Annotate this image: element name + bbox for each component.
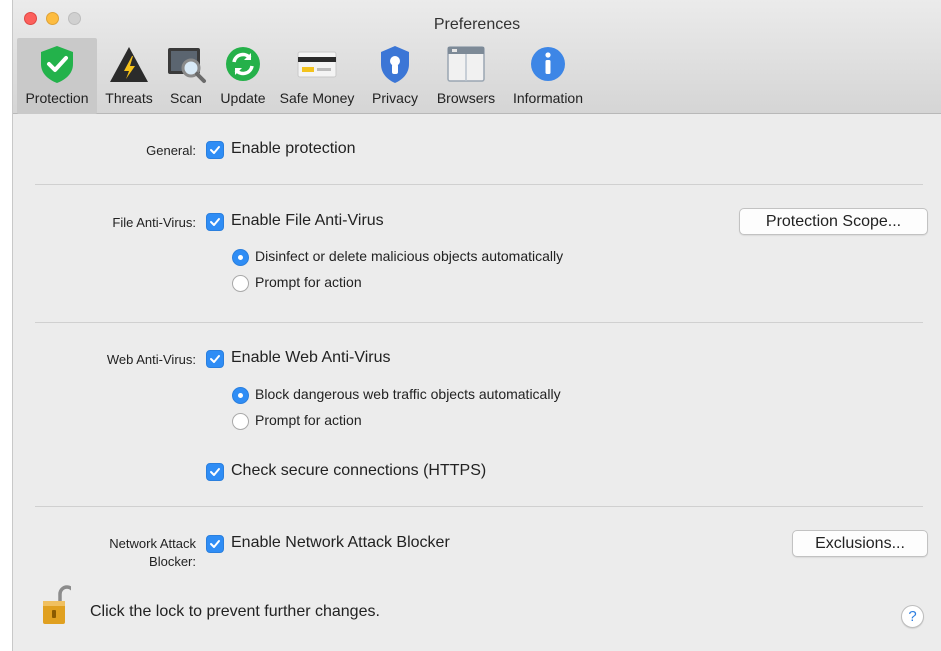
privacy-shield-icon — [381, 46, 409, 83]
checkmark-icon — [210, 218, 220, 226]
browser-window-icon — [447, 46, 485, 82]
credit-card-icon — [297, 51, 337, 78]
tab-browsers[interactable]: Browsers — [431, 38, 501, 114]
web-av-prompt-radio[interactable] — [232, 413, 249, 430]
file-av-auto-radio[interactable] — [232, 249, 249, 266]
titlebar: Preferences Protection Threats Scan Upda… — [13, 0, 941, 114]
general-label: General: — [146, 143, 196, 158]
check-https-label[interactable]: Check secure connections (HTTPS) — [231, 462, 486, 480]
tab-scan-label: Scan — [170, 90, 202, 106]
enable-network-blocker-checkbox[interactable] — [206, 535, 224, 553]
section-divider — [35, 506, 923, 507]
enable-protection-label[interactable]: Enable protection — [231, 140, 356, 158]
protection-pane: General: Enable protection File Anti-Vir… — [13, 114, 941, 651]
web-av-auto-label[interactable]: Block dangerous web traffic objects auto… — [255, 386, 561, 402]
lock-open-icon[interactable] — [41, 583, 71, 627]
checkmark-icon — [210, 540, 220, 548]
warning-triangle-icon — [110, 47, 148, 82]
preferences-window: Preferences Protection Threats Scan Upda… — [12, 0, 941, 651]
protection-scope-button[interactable]: Protection Scope... — [739, 208, 928, 235]
tab-protection-label: Protection — [25, 90, 89, 106]
section-divider — [35, 322, 923, 323]
exclusions-button[interactable]: Exclusions... — [792, 530, 928, 557]
window-title: Preferences — [433, 16, 521, 33]
checkmark-icon — [210, 355, 220, 363]
tab-protection[interactable]: Protection — [17, 38, 97, 114]
file-av-auto-label[interactable]: Disinfect or delete malicious objects au… — [255, 248, 563, 264]
check-https-checkbox[interactable] — [206, 463, 224, 481]
help-button[interactable]: ? — [901, 605, 924, 628]
network-label-line1: Network Attack — [109, 536, 196, 551]
info-icon — [531, 47, 565, 81]
file-antivirus-label: File Anti-Virus: — [112, 215, 196, 230]
tab-update-label: Update — [220, 90, 266, 106]
file-av-prompt-label[interactable]: Prompt for action — [255, 274, 362, 290]
enable-file-antivirus-label[interactable]: Enable File Anti-Virus — [231, 212, 384, 230]
enable-protection-checkbox[interactable] — [206, 141, 224, 159]
file-av-prompt-radio[interactable] — [232, 275, 249, 292]
tab-update[interactable]: Update — [213, 38, 273, 114]
network-attack-blocker-label: Network Attack Blocker: — [16, 535, 196, 571]
checkmark-icon — [210, 146, 220, 154]
tab-browsers-label: Browsers — [436, 90, 496, 106]
tab-information[interactable]: Information — [507, 38, 589, 114]
tab-privacy-label: Privacy — [372, 90, 418, 106]
network-label-line2: Blocker: — [149, 554, 196, 569]
web-av-auto-radio[interactable] — [232, 387, 249, 404]
tab-safe-money[interactable]: Safe Money — [275, 38, 359, 114]
enable-network-blocker-label[interactable]: Enable Network Attack Blocker — [231, 534, 450, 552]
scan-magnifier-icon — [168, 48, 206, 83]
lock-hint-text: Click the lock to prevent further change… — [90, 603, 380, 620]
tab-privacy[interactable]: Privacy — [369, 38, 421, 114]
enable-file-antivirus-checkbox[interactable] — [206, 213, 224, 231]
tab-information-label: Information — [512, 90, 584, 106]
tab-threats-label: Threats — [105, 90, 153, 106]
update-refresh-icon — [226, 47, 260, 81]
enable-web-antivirus-label[interactable]: Enable Web Anti-Virus — [231, 349, 391, 367]
shield-check-icon — [41, 46, 73, 83]
enable-web-antivirus-checkbox[interactable] — [206, 350, 224, 368]
section-divider — [35, 184, 923, 185]
tab-scan[interactable]: Scan — [161, 38, 211, 114]
tab-threats[interactable]: Threats — [99, 38, 159, 114]
web-antivirus-label: Web Anti-Virus: — [106, 352, 196, 367]
web-av-prompt-label[interactable]: Prompt for action — [255, 412, 362, 428]
tab-safe-money-label: Safe Money — [279, 90, 355, 106]
checkmark-icon — [210, 468, 220, 476]
